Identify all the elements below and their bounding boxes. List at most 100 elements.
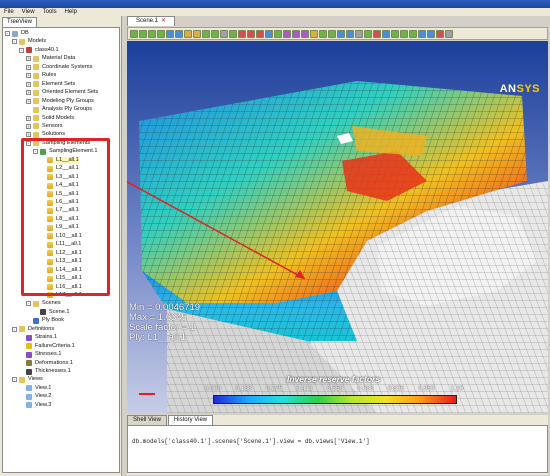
tree-node[interactable]: Stresses.1 (19, 351, 61, 358)
tree-node[interactable]: - DB (5, 30, 29, 37)
tree-node[interactable]: FailureCriteria.1 (19, 343, 75, 350)
expand-toggle-icon[interactable]: + (26, 56, 31, 62)
plybook-icon (33, 317, 39, 324)
expand-toggle-icon[interactable]: - (12, 326, 17, 332)
tree-node[interactable]: + Element Sets (26, 81, 75, 88)
tree-node[interactable]: - Definitions (12, 326, 54, 333)
tree-node[interactable]: + Material Data (26, 55, 75, 62)
toolbar-button-icon[interactable] (202, 29, 210, 38)
tree-node-label: Scenes (42, 300, 61, 307)
toolbar-button-icon[interactable] (157, 29, 165, 38)
expand-toggle-icon[interactable]: - (12, 377, 17, 383)
tree-node[interactable]: Ply Book (26, 317, 64, 324)
toolbar-button-icon[interactable] (184, 29, 192, 38)
tree-node[interactable]: + Oriented Element Sets (26, 89, 98, 96)
toolbar-button-icon[interactable] (346, 29, 354, 38)
expand-toggle-icon[interactable]: - (12, 39, 17, 45)
tree-node[interactable]: - Models (12, 38, 46, 45)
toolbar-button-icon[interactable] (427, 29, 435, 38)
toolbar-button-icon[interactable] (364, 29, 372, 38)
expand-toggle-icon[interactable]: + (26, 90, 31, 96)
toolbar-button-icon[interactable] (355, 29, 363, 38)
expand-toggle-icon[interactable]: + (26, 115, 31, 121)
toolbar-button-icon[interactable] (238, 29, 246, 38)
toolbar-button-icon[interactable] (139, 29, 147, 38)
toolbar-button-icon[interactable] (247, 29, 255, 38)
toolbar-button-icon[interactable] (409, 29, 417, 38)
expand-toggle-icon[interactable]: + (26, 81, 31, 87)
menu-view[interactable]: View (22, 9, 35, 16)
tree-node-label: View.1 (35, 384, 52, 391)
tab-scene-label: Scene.1 (136, 18, 159, 24)
toolbar-button-icon[interactable] (373, 29, 381, 38)
toolbar-button-icon[interactable] (193, 29, 201, 38)
expand-toggle-icon[interactable]: - (26, 301, 31, 307)
history-console[interactable]: db.models['class40.1'].scenes['Scene.1']… (127, 425, 548, 473)
tree-node[interactable]: + Modeling Ply Groups (26, 98, 94, 105)
toolbar-button-icon[interactable] (166, 29, 174, 38)
expand-toggle-icon[interactable]: - (5, 31, 10, 36)
tree-node[interactable]: Strains.1 (19, 334, 57, 341)
legend-ticks: 0.000 0.138 0.275 0.413 0.550 0.688 0.825 0.963… (205, 385, 463, 393)
menu-help[interactable]: Help (65, 9, 77, 16)
toolbar-button-icon[interactable] (391, 29, 399, 38)
menu-tools[interactable]: Tools (43, 9, 57, 16)
tab-scene[interactable]: Scene.1 ✕ (127, 16, 176, 26)
tree-node[interactable]: Thicknesses.1 (19, 368, 71, 375)
legend-title: Inverse reserve factors (287, 374, 381, 384)
toolbar-button-icon[interactable] (265, 29, 273, 38)
expand-toggle-icon[interactable]: + (26, 64, 31, 70)
expand-toggle-icon[interactable]: + (26, 98, 31, 104)
tree-node-label: Views (28, 376, 43, 383)
toolbar-button-icon[interactable] (148, 29, 156, 38)
toolbar-button-icon[interactable] (229, 29, 237, 38)
tree-node[interactable]: Scene.1 (33, 309, 70, 316)
toolbar-button-icon[interactable] (274, 29, 282, 38)
tree-node-label: Sensors (42, 122, 63, 129)
toolbar-button-icon[interactable] (310, 29, 318, 38)
toolbar-button-icon[interactable] (175, 29, 183, 38)
toolbar-button-icon[interactable] (382, 29, 390, 38)
tree-node[interactable]: - Views (12, 376, 43, 383)
toolbar-button-icon[interactable] (292, 29, 300, 38)
tree-node[interactable]: + Coordinate Systems (26, 64, 92, 71)
toolbar-button-icon[interactable] (337, 29, 345, 38)
tree-node-label: Thicknesses.1 (35, 368, 71, 374)
expand-toggle-icon[interactable]: + (26, 123, 31, 129)
tree-node[interactable]: View.1 (19, 385, 51, 392)
toolbar-button-icon[interactable] (436, 29, 444, 38)
tree-node-label: Element Sets (42, 80, 76, 87)
menu-file[interactable]: File (4, 9, 14, 16)
tree-node[interactable]: + Solid Models (26, 115, 74, 122)
expand-toggle-icon[interactable]: - (19, 47, 24, 53)
close-icon[interactable]: ✕ (161, 17, 166, 26)
tree-node-label: View.3 (35, 401, 52, 408)
toolbar-button-icon[interactable] (256, 29, 264, 38)
expand-toggle-icon[interactable]: + (26, 73, 31, 79)
toolbar-button-icon[interactable] (130, 29, 138, 38)
expand-toggle-icon[interactable]: + (26, 132, 31, 138)
toolbar-button-icon[interactable] (301, 29, 309, 38)
toolbar-button-icon[interactable] (211, 29, 219, 38)
tree-node[interactable]: + Rules (26, 72, 56, 79)
toolbar-button-icon[interactable] (220, 29, 228, 38)
tab-shell-view[interactable]: Shell View (127, 415, 167, 425)
toolbar-button-icon[interactable] (400, 29, 408, 38)
logo-text-an: AN (499, 83, 517, 95)
tree-node[interactable]: View.2 (19, 393, 51, 400)
tree-node[interactable]: + Sensors (26, 123, 63, 130)
toolbar-button-icon[interactable] (418, 29, 426, 38)
tab-treeview[interactable]: TreeView (2, 17, 38, 27)
tree-node[interactable]: Analysis Ply Groups (26, 106, 92, 113)
tree-node[interactable]: - class40.1 (19, 47, 59, 54)
toolbar-button-icon[interactable] (283, 29, 291, 38)
tree-node[interactable]: View.3 (19, 402, 51, 409)
toolbar-button-icon[interactable] (319, 29, 327, 38)
tab-history-view[interactable]: History View (167, 415, 214, 425)
toolbar-button-icon[interactable] (445, 29, 453, 38)
tree-node[interactable]: - Scenes (26, 300, 61, 307)
tree-node[interactable]: Deformations.1 (19, 360, 73, 367)
3d-viewport[interactable]: ANSYS Min = 0.0046719 Max = 1.6345 Scale… (127, 41, 548, 413)
toolbar-button-icon[interactable] (328, 29, 336, 38)
menu-bar: File View Tools Help (0, 8, 550, 16)
